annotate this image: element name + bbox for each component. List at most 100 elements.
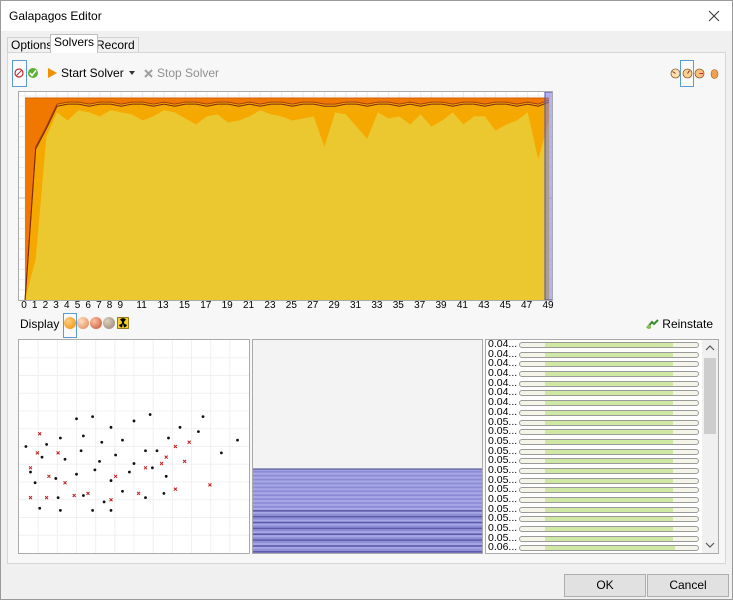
genome-list-item[interactable]: 0.04... bbox=[486, 397, 702, 408]
display-swatch-3[interactable] bbox=[90, 317, 102, 329]
genome-fitness-bar bbox=[519, 545, 699, 552]
histogram-pane[interactable] bbox=[252, 339, 483, 554]
genome-point bbox=[40, 455, 44, 459]
histogram-bar bbox=[253, 496, 482, 498]
stop-icon bbox=[144, 68, 153, 78]
start-solver-dropdown[interactable] bbox=[128, 59, 136, 87]
genome-list-pane[interactable]: 0.04... 0.04... 0.04... 0.04... 0.04... 0.04.… bbox=[485, 339, 719, 554]
genome-list-item[interactable]: 0.05... bbox=[486, 445, 702, 457]
tab-options[interactable]: Options bbox=[7, 37, 57, 53]
genome-list-item[interactable]: 0.04... bbox=[486, 348, 702, 360]
genome-point bbox=[91, 509, 94, 512]
histogram-bar bbox=[253, 474, 482, 477]
histogram-bar bbox=[253, 529, 482, 532]
apply-button[interactable] bbox=[27, 59, 39, 87]
genome-point bbox=[33, 481, 37, 485]
genome-fitness-fill bbox=[544, 507, 674, 512]
egg-button[interactable] bbox=[710, 59, 719, 87]
x-tick-label: 33 bbox=[371, 300, 383, 311]
reinstate-icon bbox=[646, 319, 660, 329]
series-area-3 bbox=[25, 110, 549, 300]
genome-list-item[interactable]: 0.04... bbox=[486, 377, 702, 389]
histogram-bar bbox=[253, 482, 482, 485]
histogram-bar bbox=[253, 533, 482, 536]
start-solver-button[interactable]: Start Solver bbox=[47, 59, 124, 87]
cancel-button[interactable]: Cancel bbox=[647, 574, 729, 597]
stop-solver-button[interactable]: Stop Solver bbox=[143, 59, 219, 87]
genome-list-item[interactable]: 0.06... bbox=[486, 542, 702, 553]
histogram-bar bbox=[253, 523, 482, 526]
genome-list-item[interactable]: 0.05... bbox=[486, 494, 702, 505]
genome-cross bbox=[28, 495, 33, 500]
genome-list-item[interactable]: 0.05... bbox=[486, 464, 702, 476]
histogram-bar bbox=[253, 476, 482, 479]
fitness-chart[interactable] bbox=[18, 91, 553, 301]
genome-point bbox=[45, 442, 48, 446]
display-bar: Display Reinstate bbox=[9, 313, 725, 338]
gene-pool-button[interactable] bbox=[13, 59, 25, 87]
genome-point bbox=[148, 413, 152, 416]
scrollbar-thumb[interactable] bbox=[704, 358, 716, 434]
genome-list-item[interactable]: 0.04... bbox=[486, 340, 702, 350]
rotation-right-button[interactable] bbox=[694, 59, 705, 87]
x-tick-label: 29 bbox=[328, 300, 340, 311]
display-swatch-2[interactable] bbox=[77, 317, 89, 329]
genome-fitness-fill bbox=[544, 391, 674, 396]
genome-cross bbox=[72, 493, 77, 498]
genome-list-item[interactable]: 0.04... bbox=[486, 358, 702, 369]
genome-fitness-bar bbox=[519, 342, 699, 348]
display-swatch-1[interactable] bbox=[64, 317, 76, 329]
genome-map-pane[interactable] bbox=[18, 339, 250, 554]
histogram-bar bbox=[253, 551, 482, 553]
x-tick-label: 19 bbox=[221, 300, 233, 311]
genome-list-item[interactable]: 0.05... bbox=[486, 523, 702, 534]
ok-button[interactable]: OK bbox=[564, 574, 646, 597]
radiation-button[interactable] bbox=[117, 317, 129, 329]
genome-list-item[interactable]: 0.05... bbox=[486, 426, 702, 437]
genome-list-item[interactable]: 0.05... bbox=[486, 503, 702, 515]
rotation-left-icon bbox=[670, 68, 681, 78]
scroll-down-icon[interactable] bbox=[702, 539, 718, 551]
genome-list-item[interactable]: 0.05... bbox=[486, 455, 702, 466]
genome-list-item[interactable]: 0.05... bbox=[486, 435, 702, 447]
genome-point bbox=[151, 466, 154, 470]
x-tick-label: 13 bbox=[157, 300, 169, 311]
histogram-bar bbox=[253, 502, 482, 504]
genome-point bbox=[197, 430, 200, 433]
genome-list-item[interactable]: 0.04... bbox=[486, 387, 702, 398]
genome-fitness-bar bbox=[519, 409, 699, 416]
genome-cross bbox=[86, 491, 90, 496]
genome-cross bbox=[173, 487, 178, 491]
rotation-mid-button[interactable] bbox=[682, 59, 693, 87]
tab-solvers[interactable]: Solvers bbox=[50, 34, 99, 53]
histogram-bar bbox=[253, 513, 482, 516]
tab-record[interactable]: Record bbox=[92, 37, 139, 53]
genome-list-item[interactable]: 0.05... bbox=[486, 484, 702, 495]
genome-fitness-bar bbox=[519, 516, 699, 523]
display-swatch-4[interactable] bbox=[103, 317, 115, 329]
genome-list-item[interactable]: 0.05... bbox=[486, 474, 702, 486]
close-icon bbox=[708, 10, 720, 22]
genome-fitness-fill bbox=[544, 381, 674, 386]
genome-list-item[interactable]: 0.05... bbox=[486, 532, 702, 544]
genome-point bbox=[109, 509, 113, 512]
genome-list-item[interactable]: 0.04... bbox=[486, 406, 702, 418]
egg-icon bbox=[710, 68, 719, 79]
check-icon bbox=[28, 68, 38, 78]
histogram-bar bbox=[253, 517, 482, 520]
genome-list-scrollbar[interactable] bbox=[702, 340, 718, 553]
genome-list-item[interactable]: 0.05... bbox=[486, 513, 702, 524]
genome-list-item[interactable]: 0.05... bbox=[486, 416, 702, 428]
rotation-left-button[interactable] bbox=[670, 59, 681, 87]
histogram-bar bbox=[253, 504, 482, 506]
x-tick-label: 17 bbox=[200, 300, 212, 311]
genome-point bbox=[155, 449, 159, 453]
genome-list-item[interactable]: 0.04... bbox=[486, 368, 702, 379]
reinstate-button[interactable]: Reinstate bbox=[646, 317, 713, 331]
scroll-up-icon[interactable] bbox=[702, 342, 718, 354]
fitness-histogram bbox=[253, 468, 482, 553]
genome-fitness-fill bbox=[544, 517, 674, 522]
x-tick-label: 39 bbox=[435, 300, 447, 311]
histogram-bar bbox=[253, 508, 482, 510]
close-button[interactable] bbox=[704, 6, 724, 26]
